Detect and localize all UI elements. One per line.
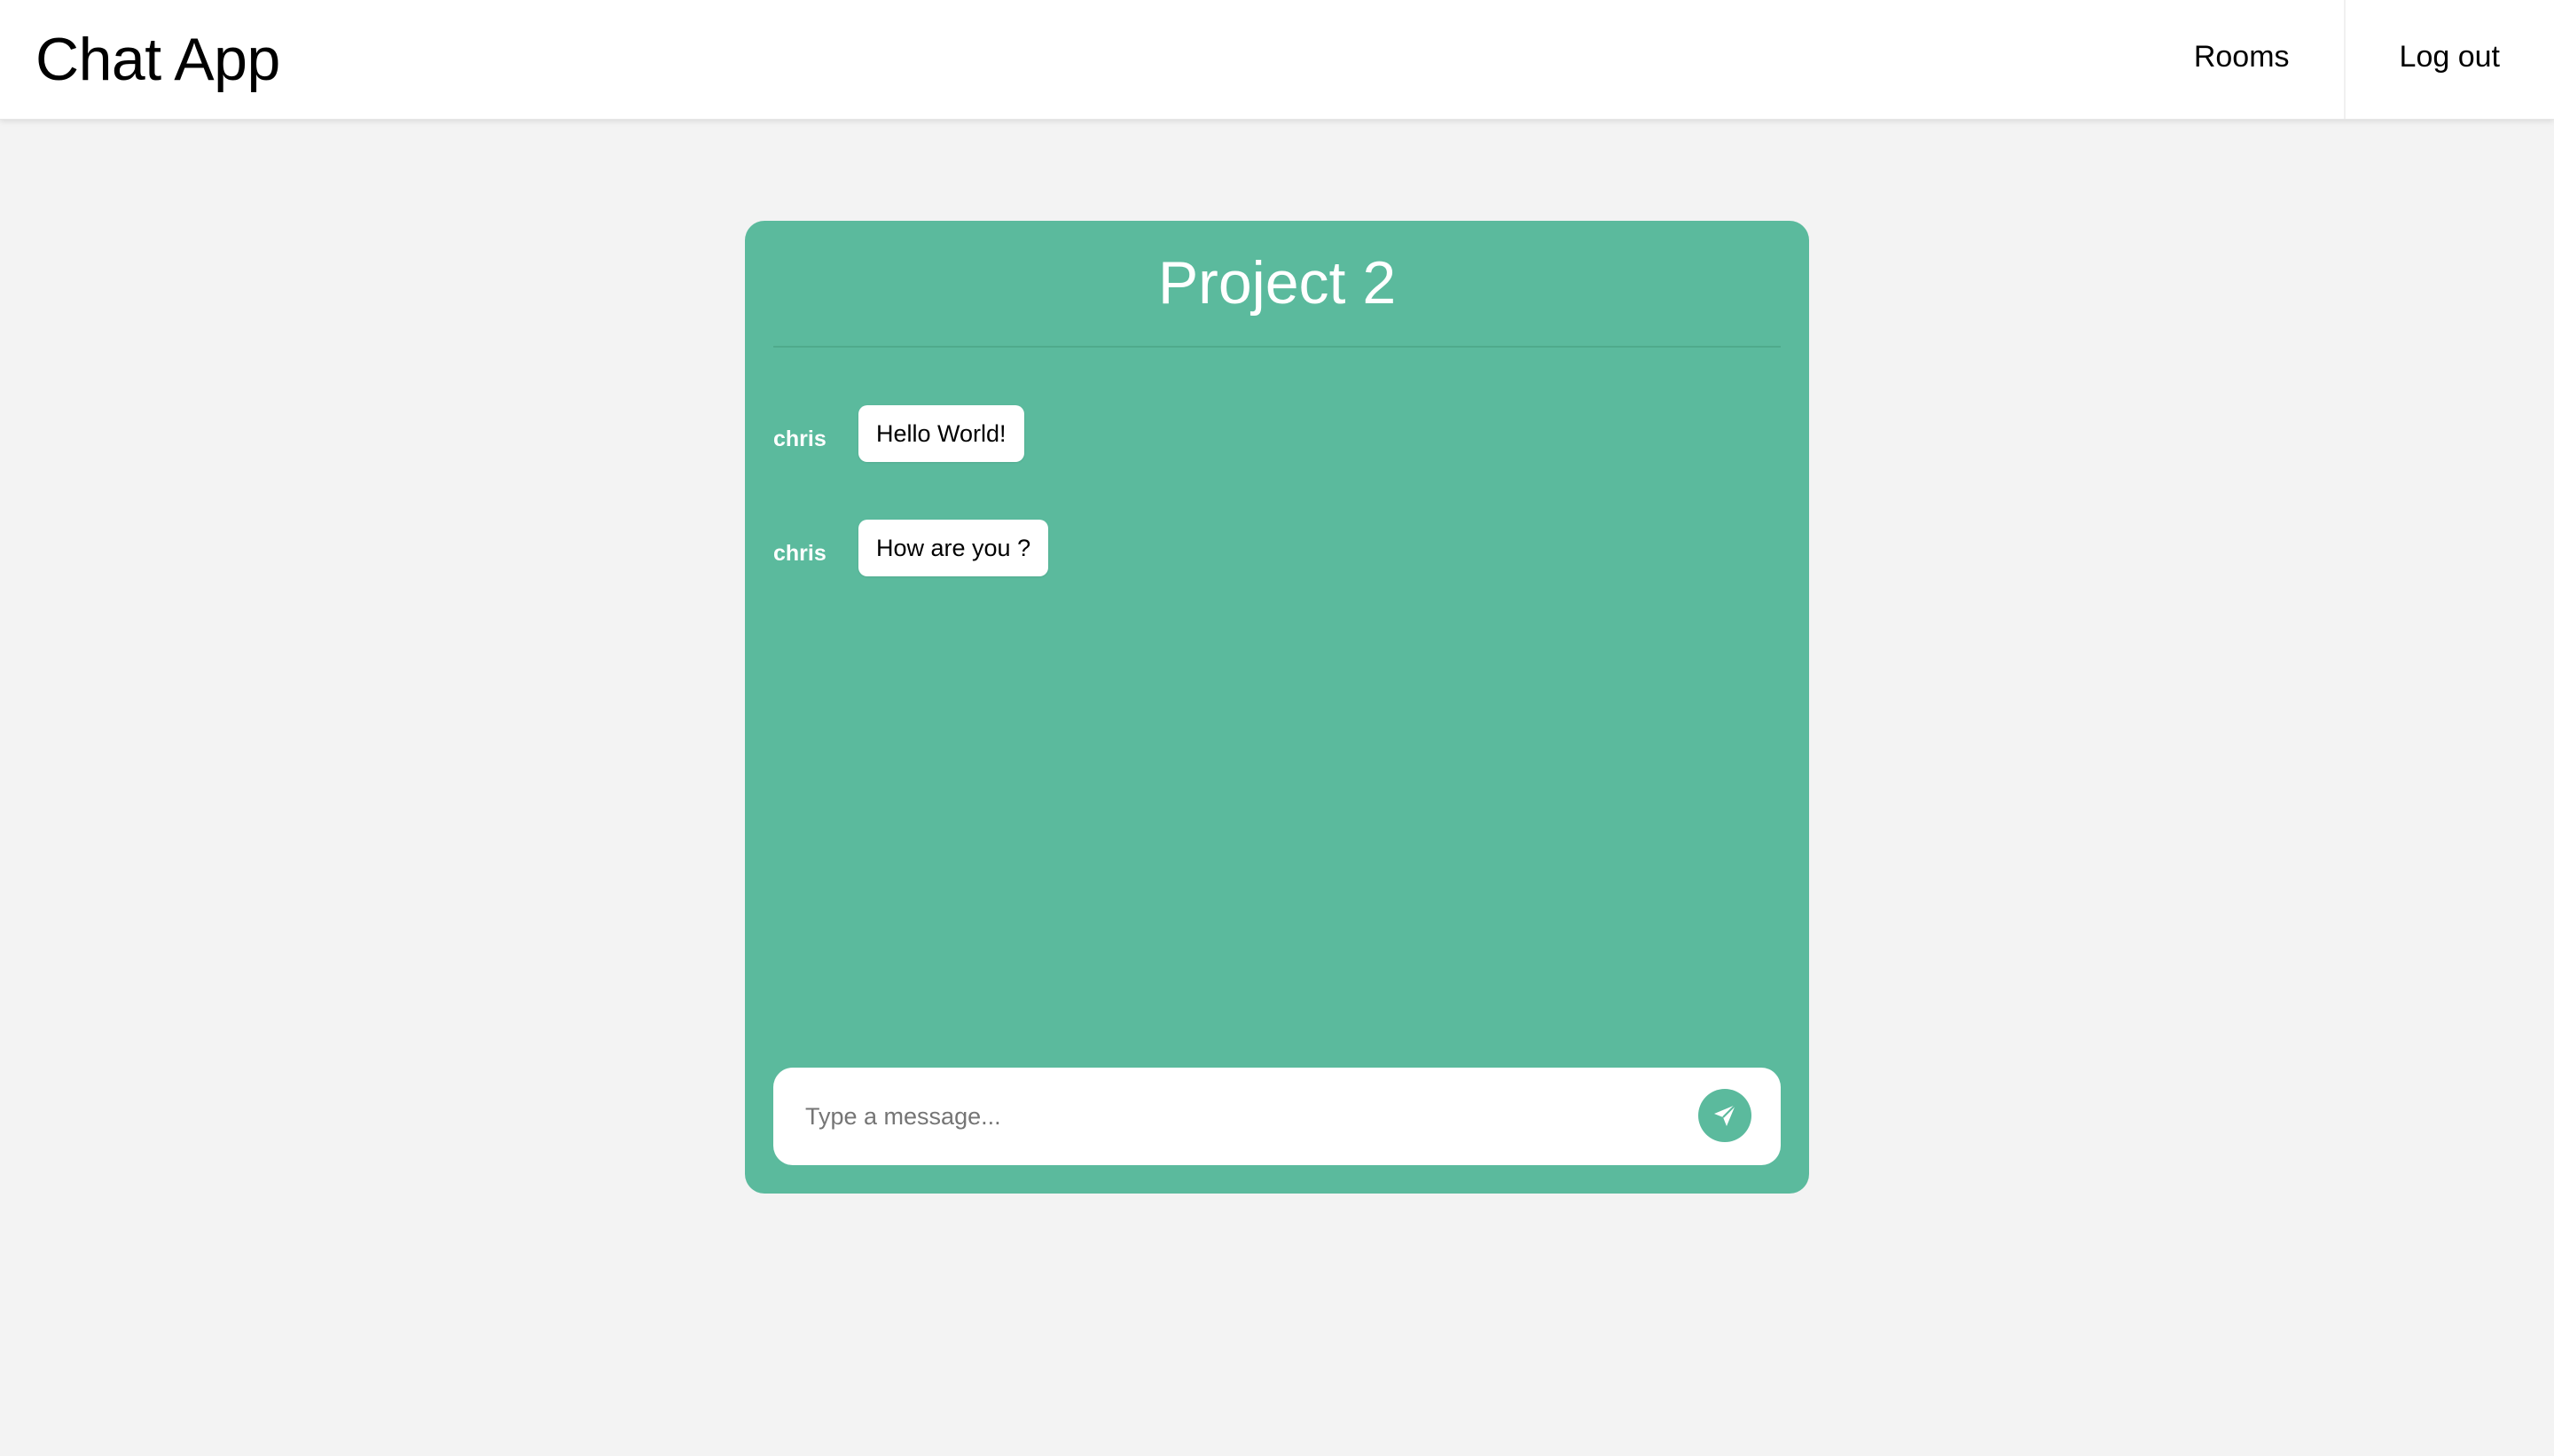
message-bubble: Hello World! [858,405,1024,462]
title-divider [773,346,1781,348]
room-title: Project 2 [1157,249,1397,317]
message-row: chris Hello World! [773,405,1024,462]
chat-room-panel: Project 2 chris Hello World! chris How a… [745,221,1809,1194]
send-icon [1714,1104,1736,1126]
nav-logout-link[interactable]: Log out [2343,0,2554,119]
app-title: Chat App [35,26,280,93]
send-button[interactable] [1698,1089,1751,1142]
message-bubble: How are you ? [858,520,1049,576]
message-row: chris How are you ? [773,520,1049,576]
message-username: chris [773,541,827,566]
top-navbar: Chat App Rooms Log out [0,0,2554,120]
message-username: chris [773,427,827,451]
nav-rooms-link[interactable]: Rooms [2140,0,2344,119]
message-input[interactable] [805,1068,1657,1165]
message-composer [773,1068,1781,1165]
nav-links: Rooms Log out [2140,0,2554,119]
